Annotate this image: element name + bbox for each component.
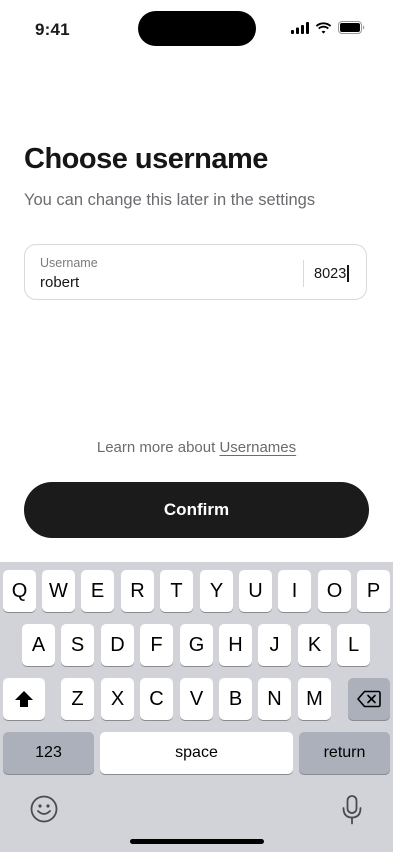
- field-divider: [303, 260, 304, 287]
- key-b[interactable]: B: [219, 678, 252, 720]
- delete-icon: [357, 690, 381, 708]
- key-u[interactable]: U: [239, 570, 272, 612]
- return-key[interactable]: return: [299, 732, 390, 774]
- username-field[interactable]: Username robert 8023: [24, 244, 367, 300]
- username-input[interactable]: robert: [40, 274, 79, 291]
- key-z[interactable]: Z: [61, 678, 94, 720]
- key-f[interactable]: F: [140, 624, 173, 666]
- space-key[interactable]: space: [100, 732, 293, 774]
- page-subtitle: You can change this later in the setting…: [24, 191, 316, 209]
- text-cursor: [347, 265, 349, 282]
- learn-more-prefix: Learn more about: [96, 439, 220, 456]
- key-l[interactable]: L: [337, 624, 370, 666]
- key-w[interactable]: W: [42, 570, 75, 612]
- page-title: Choose username: [24, 143, 268, 175]
- shift-icon: [15, 691, 33, 707]
- dictation-button[interactable]: [340, 794, 364, 826]
- key-q[interactable]: Q: [3, 570, 36, 612]
- key-i[interactable]: I: [278, 570, 311, 612]
- key-p[interactable]: P: [357, 570, 390, 612]
- keyboard-row-3: Z X C V B N M: [0, 678, 393, 720]
- shift-key[interactable]: [3, 678, 45, 720]
- key-n[interactable]: N: [258, 678, 291, 720]
- dynamic-island: [138, 11, 256, 46]
- username-suffix-input[interactable]: 8023: [314, 265, 349, 282]
- home-indicator: [130, 839, 264, 844]
- key-j[interactable]: J: [258, 624, 291, 666]
- keyboard-row-1: Q W E R T Y U I O P: [0, 570, 393, 612]
- key-c[interactable]: C: [140, 678, 173, 720]
- confirm-button[interactable]: Confirm: [24, 482, 369, 538]
- learn-more-text: Learn more about Usernames: [0, 439, 393, 456]
- status-icons: [291, 21, 365, 34]
- delete-key[interactable]: [348, 678, 390, 720]
- username-field-label: Username: [40, 256, 98, 270]
- key-y[interactable]: Y: [200, 570, 233, 612]
- key-o[interactable]: O: [318, 570, 351, 612]
- microphone-icon: [342, 795, 362, 825]
- status-time: 9:41: [35, 20, 70, 39]
- keyboard: Q W E R T Y U I O P A S D F G H J K L Z …: [0, 562, 393, 852]
- cellular-signal-icon: [291, 21, 309, 34]
- emoji-button[interactable]: [30, 795, 58, 823]
- wifi-icon: [315, 21, 332, 34]
- battery-icon: [338, 21, 365, 34]
- key-d[interactable]: D: [101, 624, 134, 666]
- key-h[interactable]: H: [219, 624, 252, 666]
- key-t[interactable]: T: [160, 570, 193, 612]
- username-suffix-value: 8023: [314, 265, 347, 282]
- key-k[interactable]: K: [298, 624, 331, 666]
- key-m[interactable]: M: [298, 678, 331, 720]
- key-r[interactable]: R: [121, 570, 154, 612]
- emoji-icon: [30, 795, 58, 823]
- key-x[interactable]: X: [101, 678, 134, 720]
- key-a[interactable]: A: [22, 624, 55, 666]
- keyboard-row-2: A S D F G H J K L: [0, 624, 393, 666]
- key-e[interactable]: E: [81, 570, 114, 612]
- status-bar: 9:41: [0, 0, 393, 56]
- key-s[interactable]: S: [61, 624, 94, 666]
- usernames-link[interactable]: Usernames: [219, 439, 296, 456]
- key-v[interactable]: V: [180, 678, 213, 720]
- keyboard-row-4: 123 space return: [0, 732, 393, 774]
- key-g[interactable]: G: [180, 624, 213, 666]
- numbers-key[interactable]: 123: [3, 732, 94, 774]
